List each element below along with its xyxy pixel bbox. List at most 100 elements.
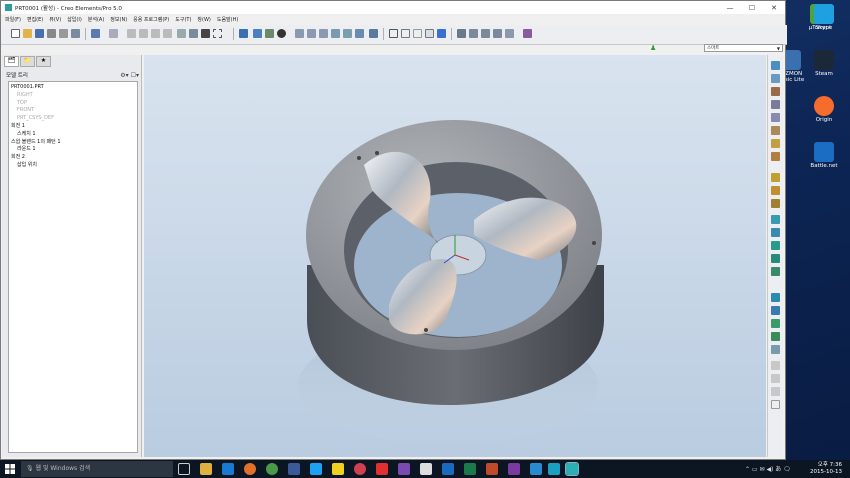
variable-sweep-icon[interactable]: [771, 241, 780, 250]
close-button[interactable]: ✕: [763, 4, 785, 12]
reorient-icon[interactable]: [331, 29, 340, 38]
datum-point-tool-icon[interactable]: [771, 113, 780, 122]
view-manager-icon[interactable]: [369, 29, 378, 38]
desktop-icon-battlenet[interactable]: Battle.net: [809, 142, 839, 169]
selection-filter-dropdown[interactable]: 스마트 ▼: [704, 44, 783, 52]
menu-analysis[interactable]: 분석(A): [88, 16, 105, 23]
tree-item[interactable]: 삽입 위치: [11, 162, 135, 170]
coordinate-systems-icon[interactable]: [493, 29, 502, 38]
twitter-icon[interactable]: [310, 463, 322, 475]
firefox-icon[interactable]: [244, 463, 256, 475]
onedrive-icon[interactable]: [530, 463, 542, 475]
menu-tools[interactable]: 도구(T): [175, 16, 191, 23]
shell-tool-icon[interactable]: [771, 186, 780, 195]
tree-item[interactable]: TOP: [11, 100, 135, 108]
system-tray[interactable]: ⌃ ▭ ✉ ◀) あ 🗨: [745, 464, 791, 473]
draft-tool-icon[interactable]: [771, 293, 780, 302]
select-box-icon[interactable]: [213, 29, 222, 38]
kakaotalk-icon[interactable]: [332, 463, 344, 475]
hidden-line-icon[interactable]: [401, 29, 410, 38]
menu-info[interactable]: 정보(N): [110, 16, 127, 23]
datum-curve-tool-icon[interactable]: [771, 87, 780, 96]
taskbar-clock[interactable]: 오후 7:36 2015-10-13: [810, 462, 842, 476]
outlook-icon[interactable]: [442, 463, 454, 475]
open-folder-icon[interactable]: [23, 29, 32, 38]
cut-icon[interactable]: [127, 29, 136, 38]
blend-tool-icon[interactable]: [771, 254, 780, 263]
tab-folder-browser[interactable]: 📁: [20, 56, 35, 67]
tree-item[interactable]: RIGHT: [11, 92, 135, 100]
menu-file[interactable]: 파일(F): [5, 16, 21, 23]
analysis-feature-icon[interactable]: [771, 139, 780, 148]
pattern-tool-icon[interactable]: [771, 306, 780, 315]
hole-tool-icon[interactable]: [771, 173, 780, 182]
paste-special-icon[interactable]: [163, 29, 172, 38]
file-explorer-icon[interactable]: [200, 463, 212, 475]
edge-icon[interactable]: [222, 463, 234, 475]
paste-icon[interactable]: [151, 29, 160, 38]
solidify-tool-icon[interactable]: [771, 387, 780, 396]
tree-item[interactable]: PRT_CSYS_DEF: [11, 115, 135, 123]
desktop-icon-skype[interactable]: Skype: [809, 4, 839, 31]
graphics-viewport[interactable]: [144, 55, 766, 457]
menu-applications[interactable]: 응용 프로그램(P): [133, 16, 169, 23]
enhanced-realism-icon[interactable]: [437, 29, 446, 38]
datum-plane-tool-icon[interactable]: [771, 61, 780, 70]
tree-item[interactable]: PRT0001.PRT: [11, 84, 135, 92]
find-icon[interactable]: [189, 29, 198, 38]
zoom-out-icon[interactable]: [307, 29, 316, 38]
trim-tool-icon[interactable]: [771, 345, 780, 354]
binoculars-icon[interactable]: [201, 29, 210, 38]
desktop-icon-steam[interactable]: Steam: [809, 50, 839, 77]
redo-icon[interactable]: [109, 29, 118, 38]
datum-axis-tool-icon[interactable]: [771, 74, 780, 83]
excel-icon[interactable]: [464, 463, 476, 475]
powerpoint-icon[interactable]: [486, 463, 498, 475]
sketched-curve-icon[interactable]: [771, 152, 780, 161]
appearance-icon[interactable]: [277, 29, 286, 38]
no-hidden-icon[interactable]: [413, 29, 422, 38]
repaint-icon[interactable]: [239, 29, 248, 38]
tab-favorites[interactable]: ★: [36, 56, 51, 67]
menu-help[interactable]: 도움말(H): [217, 16, 238, 23]
undo-icon[interactable]: [91, 29, 100, 38]
windows-start-icon[interactable]: [5, 464, 15, 474]
task-view-icon[interactable]: [178, 463, 190, 475]
datum-axes-icon[interactable]: [469, 29, 478, 38]
saved-views-icon[interactable]: [343, 29, 352, 38]
tree-settings-icon[interactable]: ⚙▾ ☐▾: [120, 72, 139, 79]
offset-tool-icon[interactable]: [771, 361, 780, 370]
itunes-icon[interactable]: [354, 463, 366, 475]
extrude-tool-icon[interactable]: [771, 215, 780, 224]
csys-tool-icon[interactable]: [771, 126, 780, 135]
tree-item[interactable]: FRONT: [11, 107, 135, 115]
facebook-icon[interactable]: [288, 463, 300, 475]
email-icon[interactable]: [71, 29, 80, 38]
menu-view[interactable]: 뷰(V): [49, 16, 61, 23]
minimize-button[interactable]: —: [719, 4, 741, 12]
merge-tool-icon[interactable]: [771, 332, 780, 341]
rib-tool-icon[interactable]: [771, 199, 780, 208]
annotations-icon[interactable]: [505, 29, 514, 38]
orient-mode-icon[interactable]: [265, 29, 274, 38]
desktop-icon-origin[interactable]: Origin: [809, 96, 839, 123]
menu-edit[interactable]: 편집(E): [27, 16, 43, 23]
revolve-tool-icon[interactable]: [771, 228, 780, 237]
creo-taskbar-icon[interactable]: [548, 463, 560, 475]
taskbar-search-box[interactable]: 🎙 웹 및 Windows 검색: [21, 461, 173, 477]
datum-planes-icon[interactable]: [457, 29, 466, 38]
copy-icon[interactable]: [139, 29, 148, 38]
onenote-icon[interactable]: [508, 463, 520, 475]
freestyle-tool-icon[interactable]: [771, 400, 780, 409]
refit-icon[interactable]: [319, 29, 328, 38]
wireframe-icon[interactable]: [389, 29, 398, 38]
zoom-in-icon[interactable]: [295, 29, 304, 38]
chrome-icon[interactable]: [266, 463, 278, 475]
mirror-tool-icon[interactable]: [771, 319, 780, 328]
new-file-icon[interactable]: [11, 29, 20, 38]
maximize-button[interactable]: ☐: [741, 4, 763, 12]
sketch-tool-icon[interactable]: [771, 100, 780, 109]
thicken-tool-icon[interactable]: [771, 374, 780, 383]
media-player-icon[interactable]: [376, 463, 388, 475]
save-icon[interactable]: [35, 29, 44, 38]
